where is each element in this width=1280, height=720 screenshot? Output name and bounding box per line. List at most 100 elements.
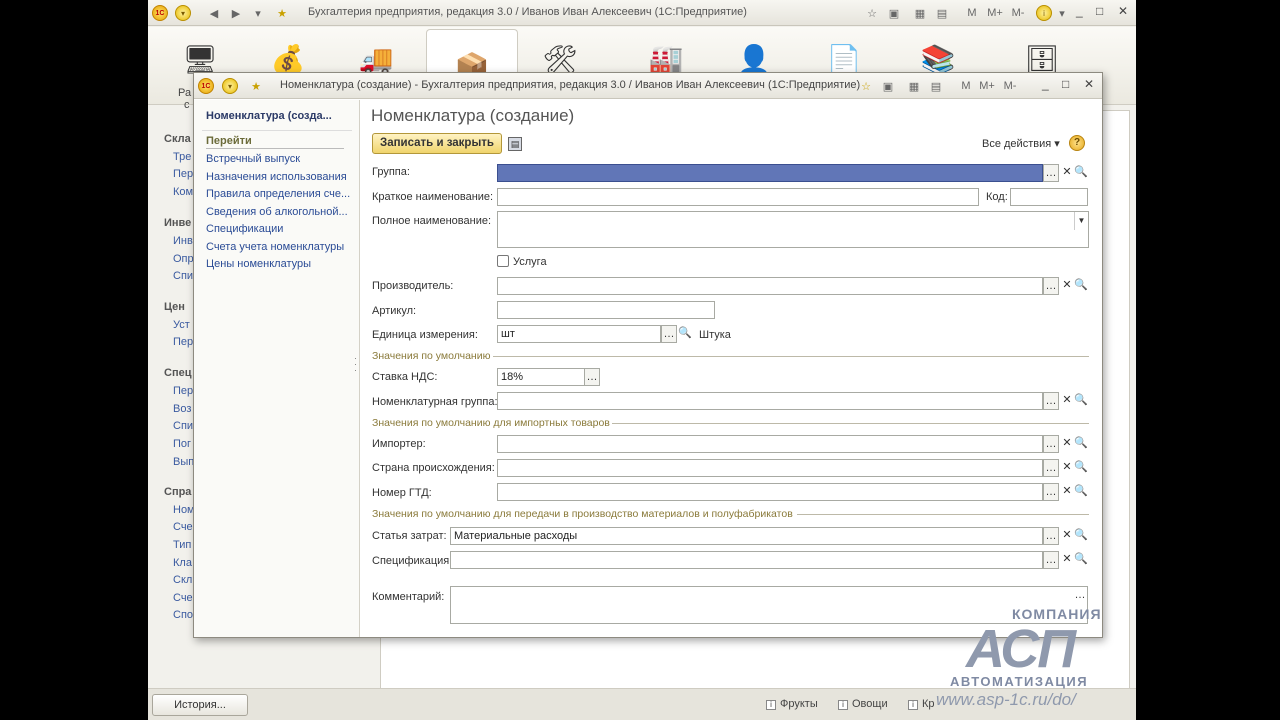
group-select-button[interactable]: … — [1043, 164, 1059, 182]
status-item-vegetables[interactable]: i Овощи — [838, 698, 888, 710]
nav-link-usage-purposes[interactable]: Назначения использования — [206, 171, 347, 183]
full-name-dropdown-icon[interactable]: ▼ — [1074, 212, 1088, 230]
save-icon[interactable]: ▤ — [508, 137, 522, 151]
nav-link[interactable]: Инв — [173, 235, 193, 247]
nomenclature-group-select-button[interactable]: … — [1043, 392, 1059, 410]
memory-m-button[interactable]: M — [964, 5, 980, 21]
close-icon[interactable]: ✕ — [1118, 4, 1128, 18]
code-field[interactable] — [1010, 188, 1088, 206]
manufacturer-open-icon[interactable]: 🔍 — [1073, 277, 1089, 295]
memory-minus-button[interactable]: M- — [1000, 78, 1020, 94]
nav-link[interactable]: Спи — [173, 420, 193, 432]
help-icon[interactable]: ? — [1069, 135, 1085, 151]
specification-open-icon[interactable]: 🔍 — [1073, 551, 1089, 569]
calendar-icon[interactable]: ▤ — [928, 78, 944, 94]
calendar-icon[interactable]: ▤ — [934, 5, 950, 21]
nav-link-alcohol-info[interactable]: Сведения об алкогольной... — [206, 206, 348, 218]
nav-link-specifications[interactable]: Спецификации — [206, 223, 283, 235]
maximize-icon[interactable]: □ — [1062, 77, 1069, 91]
info-icon[interactable]: i — [1036, 5, 1052, 21]
gtd-number-open-icon[interactable]: 🔍 — [1073, 483, 1089, 501]
save-and-close-button[interactable]: Записать и закрыть — [372, 133, 502, 154]
origin-country-select-button[interactable]: … — [1043, 459, 1059, 477]
back-arrow-icon[interactable]: ◀ — [206, 5, 222, 21]
nav-link[interactable]: Сче — [173, 592, 193, 604]
memory-plus-button[interactable]: M+ — [984, 5, 1006, 21]
short-name-field[interactable] — [497, 188, 979, 206]
minimize-icon[interactable]: _ — [1076, 4, 1083, 18]
nav-link[interactable]: Тип — [173, 539, 191, 551]
forward-arrow-icon[interactable]: ▶ — [228, 5, 244, 21]
nav-link-nomenclature-prices[interactable]: Цены номенклатуры — [206, 258, 311, 270]
memory-minus-button[interactable]: M- — [1008, 5, 1028, 21]
maximize-icon[interactable]: □ — [1096, 4, 1103, 18]
nav-link[interactable]: Скл — [173, 574, 192, 586]
favorites-star-icon[interactable]: ★ — [274, 5, 290, 21]
nav-link[interactable]: Пер — [173, 336, 193, 348]
nav-link[interactable]: Пер — [173, 168, 193, 180]
calculator-icon[interactable]: ▦ — [906, 78, 922, 94]
nav-link[interactable]: Спо — [173, 609, 193, 621]
unit-field[interactable]: шт — [497, 325, 661, 343]
all-actions-menu[interactable]: Все действия ▾ — [982, 137, 1060, 150]
nav-link[interactable]: Пер — [173, 385, 193, 397]
add-favorite-icon[interactable]: ☆ — [858, 78, 874, 94]
unit-select-button[interactable]: … — [661, 325, 677, 343]
group-open-icon[interactable]: 🔍 — [1073, 164, 1089, 182]
favorites-star-icon[interactable]: ★ — [248, 78, 264, 94]
nav-link-account-rules[interactable]: Правила определения сче... — [206, 188, 350, 200]
nav-link[interactable]: Уст — [173, 319, 190, 331]
calculator-icon[interactable]: ▦ — [912, 5, 928, 21]
article-field[interactable] — [497, 301, 715, 319]
add-favorite-icon[interactable]: ☆ — [864, 5, 880, 21]
close-icon[interactable]: ✕ — [1084, 77, 1094, 91]
nav-link-nomenclature-accounts[interactable]: Счета учета номенклатуры — [206, 241, 344, 253]
gtd-number-select-button[interactable]: … — [1043, 483, 1059, 501]
nav-link[interactable]: Ном — [173, 504, 195, 516]
nav-link-counter-issue[interactable]: Встречный выпуск — [206, 153, 300, 165]
nav-link[interactable]: Ком — [173, 186, 193, 198]
importer-select-button[interactable]: … — [1043, 435, 1059, 453]
nav-link[interactable]: Кла — [173, 557, 192, 569]
unit-open-icon[interactable]: 🔍 — [677, 325, 693, 343]
print-icon[interactable]: ▣ — [880, 78, 896, 94]
nav-link[interactable]: Опр — [173, 253, 194, 265]
gtd-number-field[interactable] — [497, 483, 1043, 501]
memory-m-button[interactable]: M — [958, 78, 974, 94]
options-dropdown-icon[interactable]: ▾ — [1054, 5, 1070, 21]
status-item-fruits[interactable]: i Фрукты — [766, 698, 818, 710]
service-checkbox[interactable] — [497, 255, 509, 267]
vat-rate-select-button[interactable]: … — [584, 368, 600, 386]
cost-item-field[interactable]: Материальные расходы — [450, 527, 1043, 545]
origin-country-field[interactable] — [497, 459, 1043, 477]
splitter-handle[interactable]: · · · — [354, 354, 357, 375]
minimize-icon[interactable]: _ — [1042, 77, 1049, 91]
manufacturer-select-button[interactable]: … — [1043, 277, 1059, 295]
nav-link[interactable]: Тре — [173, 151, 191, 163]
manufacturer-field[interactable] — [497, 277, 1043, 295]
nav-link[interactable]: Пог — [173, 438, 191, 450]
cost-item-select-button[interactable]: … — [1043, 527, 1059, 545]
vat-rate-field[interactable]: 18% — [497, 368, 585, 386]
origin-country-open-icon[interactable]: 🔍 — [1073, 459, 1089, 477]
section-main-label[interactable]: Ра — [178, 87, 191, 99]
nomenclature-group-field[interactable] — [497, 392, 1043, 410]
status-item-third[interactable]: i Кр — [908, 698, 935, 710]
history-button[interactable]: История... — [152, 694, 248, 716]
menu-dropdown-icon[interactable]: ▾ — [222, 78, 238, 94]
nomenclature-group-open-icon[interactable]: 🔍 — [1073, 392, 1089, 410]
importer-open-icon[interactable]: 🔍 — [1073, 435, 1089, 453]
importer-field[interactable] — [497, 435, 1043, 453]
nav-link[interactable]: Вып — [173, 456, 194, 468]
nav-link[interactable]: Воз — [173, 403, 191, 415]
specification-select-button[interactable]: … — [1043, 551, 1059, 569]
print-icon[interactable]: ▣ — [886, 5, 902, 21]
memory-plus-button[interactable]: M+ — [976, 78, 998, 94]
menu-dropdown-icon[interactable]: ▾ — [175, 5, 191, 21]
section-main-label-2[interactable]: с — [184, 99, 190, 111]
cost-item-open-icon[interactable]: 🔍 — [1073, 527, 1089, 545]
nav-link[interactable]: Сче — [173, 521, 193, 533]
nav-link[interactable]: Спи — [173, 270, 193, 282]
nav-current-item[interactable]: Номенклатура (созда... — [206, 110, 332, 122]
history-dropdown-icon[interactable]: ▾ — [250, 5, 266, 21]
